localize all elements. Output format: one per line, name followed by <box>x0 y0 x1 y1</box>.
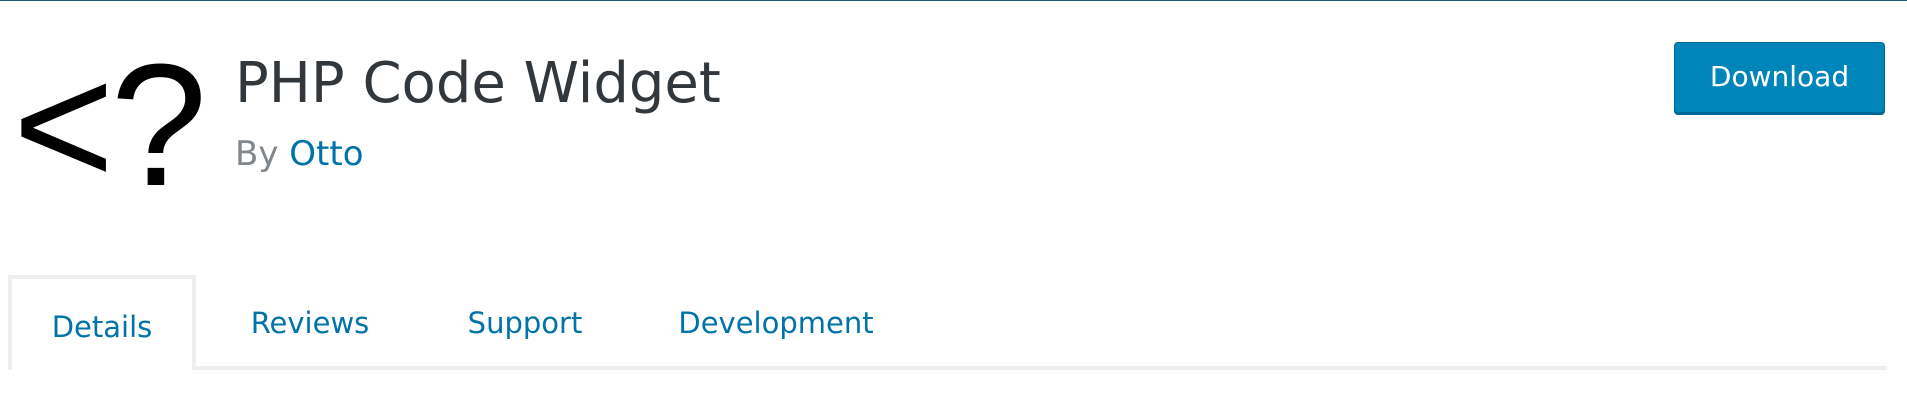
byline-prefix: By <box>235 134 279 174</box>
top-border <box>0 0 1907 1</box>
tab-reviews[interactable]: Reviews <box>225 275 395 370</box>
byline: By Otto <box>235 132 364 176</box>
download-button[interactable]: Download <box>1674 42 1885 113</box>
plugin-title: PHP Code Widget <box>235 51 721 116</box>
author-link[interactable]: Otto <box>289 134 363 174</box>
tab-details[interactable]: Details <box>8 275 196 370</box>
plugin-icon: <? <box>12 27 207 222</box>
tab-development[interactable]: Development <box>660 275 892 370</box>
tab-support[interactable]: Support <box>445 275 605 370</box>
